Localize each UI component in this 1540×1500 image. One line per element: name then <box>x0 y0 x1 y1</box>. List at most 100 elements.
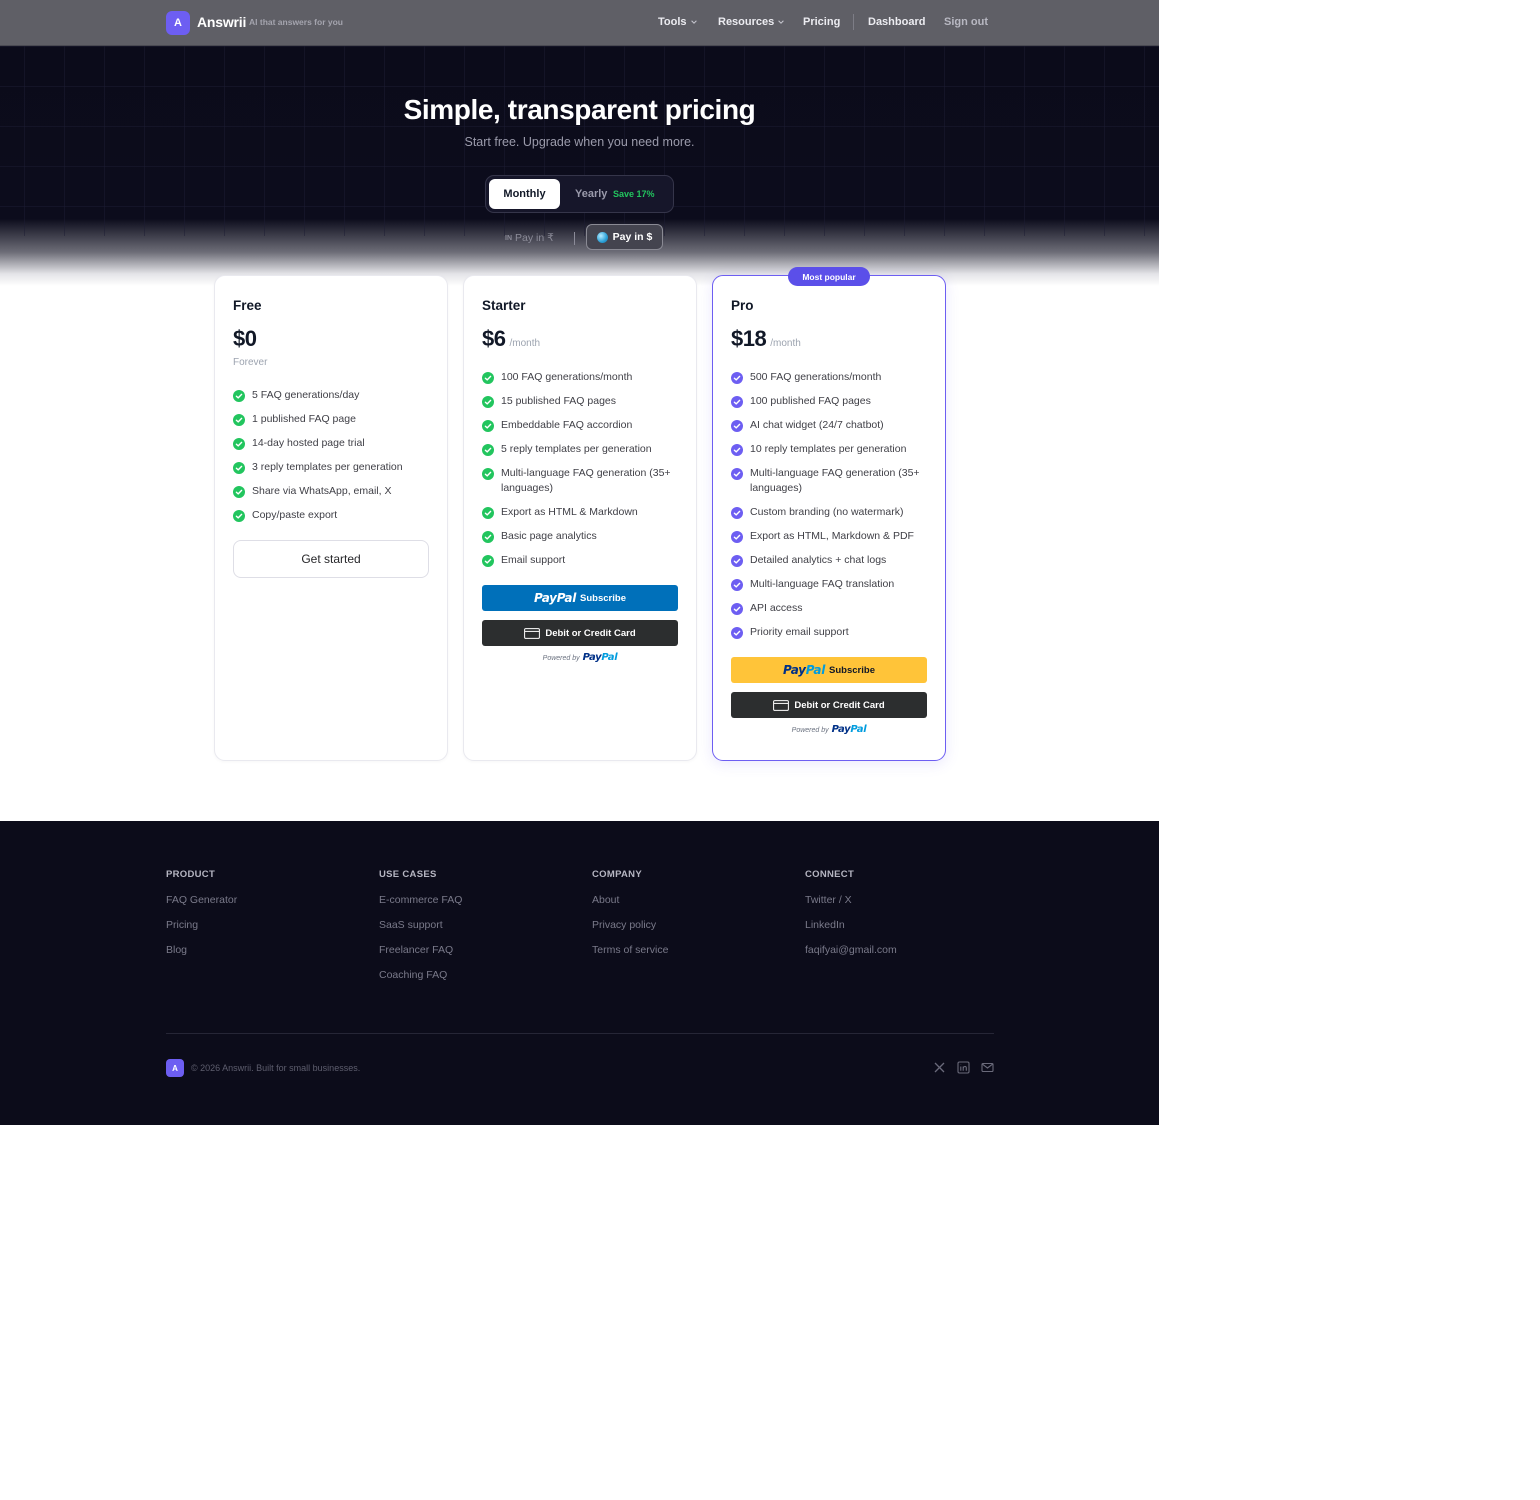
check-circle-icon <box>482 372 494 384</box>
check-circle-icon <box>482 468 494 480</box>
brand-name[interactable]: Answrii <box>197 14 246 30</box>
plan-feature-text: 15 published FAQ pages <box>501 395 616 407</box>
brand-tagline: AI that answers for you <box>249 17 343 27</box>
most-popular-badge: Most popular <box>788 267 870 286</box>
plan-feature-list: 500 FAQ generations/month 100 published F… <box>731 370 929 649</box>
footer-link[interactable]: E-commerce FAQ <box>379 894 462 906</box>
plan-price-value: $0 <box>233 326 257 351</box>
footer-link[interactable]: FAQ Generator <box>166 894 237 906</box>
plan-price-value: $18 <box>731 326 767 351</box>
check-circle-icon <box>233 486 245 498</box>
plan-feature-text: Detailed analytics + chat logs <box>750 554 887 566</box>
billing-yearly-button[interactable]: Yearly <box>575 188 607 200</box>
plan-feature-item: 3 reply templates per generation <box>233 460 431 475</box>
paypal-logo: PayPal <box>831 724 867 735</box>
footer-link[interactable]: Blog <box>166 944 237 956</box>
footer-link[interactable]: faqifyai@gmail.com <box>805 944 897 956</box>
plan-feature-item: Multi-language FAQ generation (35+ langu… <box>482 466 680 496</box>
plan-price-value: $6 <box>482 326 506 351</box>
debit-credit-card-button[interactable]: Debit or Credit Card <box>731 692 927 718</box>
billing-monthly-button[interactable]: Monthly <box>489 179 560 209</box>
plan-feature-text: Copy/paste export <box>252 509 338 521</box>
plan-feature-item: 14-day hosted page trial <box>233 436 431 451</box>
plan-feature-text: Export as HTML & Markdown <box>501 506 638 518</box>
check-circle-icon <box>731 603 743 615</box>
mail-icon[interactable] <box>981 1061 994 1074</box>
currency-inr-option[interactable]: IN Pay in ₹ <box>505 232 554 244</box>
footer-column-use-cases: USE CASES E-commerce FAQ SaaS support Freel… <box>379 869 462 994</box>
footer-link[interactable]: Terms of service <box>592 944 668 956</box>
hero-grid-pattern <box>0 46 1159 236</box>
footer-link[interactable]: SaaS support <box>379 919 462 931</box>
plan-feature-item: Custom branding (no watermark) <box>731 505 929 520</box>
footer-link[interactable]: About <box>592 894 668 906</box>
check-circle-icon <box>482 507 494 519</box>
paypal-subscribe-button[interactable]: PayPal Subscribe <box>482 585 678 611</box>
currency-divider <box>574 232 575 245</box>
footer-link[interactable]: Coaching FAQ <box>379 969 462 981</box>
plan-price-period: /month <box>770 338 801 349</box>
footer-link[interactable]: Pricing <box>166 919 237 931</box>
nav-pricing[interactable]: Pricing <box>803 16 840 28</box>
check-circle-icon <box>482 396 494 408</box>
plan-feature-text: Basic page analytics <box>501 530 597 542</box>
paypal-logo: PayPal <box>783 663 826 677</box>
plan-feature-item: Share via WhatsApp, email, X <box>233 484 431 499</box>
plan-feature-item: AI chat widget (24/7 chatbot) <box>731 418 929 433</box>
footer-link[interactable]: Privacy policy <box>592 919 668 931</box>
get-started-button[interactable]: Get started <box>233 540 429 578</box>
plan-card-free: Free $0 Forever 5 FAQ generations/day 1 p… <box>214 275 448 761</box>
powered-by-label: Powered by <box>791 727 829 734</box>
footer-link[interactable]: Twitter / X <box>805 894 897 906</box>
plan-feature-list: 100 FAQ generations/month 15 published FA… <box>482 370 680 577</box>
plan-name: Pro <box>731 298 754 313</box>
check-circle-icon <box>233 438 245 450</box>
plan-feature-item: Email support <box>482 553 680 568</box>
plan-feature-item: 100 published FAQ pages <box>731 394 929 409</box>
debit-credit-card-button[interactable]: Debit or Credit Card <box>482 620 678 646</box>
nav-resources[interactable]: Resources <box>718 16 785 28</box>
check-circle-icon <box>233 390 245 402</box>
plan-feature-text: Share via WhatsApp, email, X <box>252 485 392 497</box>
plan-feature-text: Custom branding (no watermark) <box>750 506 904 518</box>
plan-name: Starter <box>482 298 526 313</box>
linkedin-icon[interactable] <box>957 1061 970 1074</box>
plan-price: $18 /month <box>731 326 801 352</box>
footer-column-heading: PRODUCT <box>166 869 216 880</box>
nav-tools[interactable]: Tools <box>658 16 698 28</box>
plan-feature-text: Export as HTML, Markdown & PDF <box>750 530 914 542</box>
plan-feature-item: 500 FAQ generations/month <box>731 370 929 385</box>
plan-feature-item: 5 reply templates per generation <box>482 442 680 457</box>
nav-dashboard[interactable]: Dashboard <box>868 16 925 28</box>
billing-period-toggle: Monthly Yearly Save 17% <box>485 175 674 213</box>
plan-feature-item: Copy/paste export <box>233 508 431 523</box>
plan-feature-text: 14-day hosted page trial <box>252 437 365 449</box>
paypal-subscribe-button[interactable]: PayPal Subscribe <box>731 657 927 683</box>
debit-credit-card-label: Debit or Credit Card <box>545 627 636 639</box>
check-circle-icon <box>233 462 245 474</box>
check-circle-icon <box>731 468 743 480</box>
footer-link[interactable]: LinkedIn <box>805 919 897 931</box>
footer-logo[interactable]: A <box>166 1059 184 1077</box>
check-circle-icon <box>482 531 494 543</box>
footer-column-company: COMPANY About Privacy policy Terms of servi… <box>592 869 668 969</box>
yearly-savings-badge: Save 17% <box>613 189 655 199</box>
top-navbar: A Answrii AI that answers for you Tools … <box>0 0 1159 46</box>
nav-sign-out[interactable]: Sign out <box>944 16 988 28</box>
brand-logo[interactable]: A <box>166 11 190 35</box>
page-title: Simple, transparent pricing <box>403 94 756 125</box>
globe-icon <box>596 231 608 243</box>
check-circle-icon <box>731 579 743 591</box>
footer-link[interactable]: Freelancer FAQ <box>379 944 462 956</box>
x-icon[interactable] <box>933 1061 946 1074</box>
plan-feature-text: 3 reply templates per generation <box>252 461 403 473</box>
check-circle-icon <box>731 531 743 543</box>
paypal-logo: PayPal <box>582 652 618 663</box>
check-circle-icon <box>731 627 743 639</box>
credit-card-icon <box>524 627 541 639</box>
plan-feature-text: Multi-language FAQ generation (35+ langu… <box>750 467 920 494</box>
check-circle-icon <box>731 372 743 384</box>
paypal-subscribe-label: Subscribe <box>829 664 875 676</box>
check-circle-icon <box>731 507 743 519</box>
currency-usd-option[interactable]: Pay in $ <box>586 224 663 250</box>
